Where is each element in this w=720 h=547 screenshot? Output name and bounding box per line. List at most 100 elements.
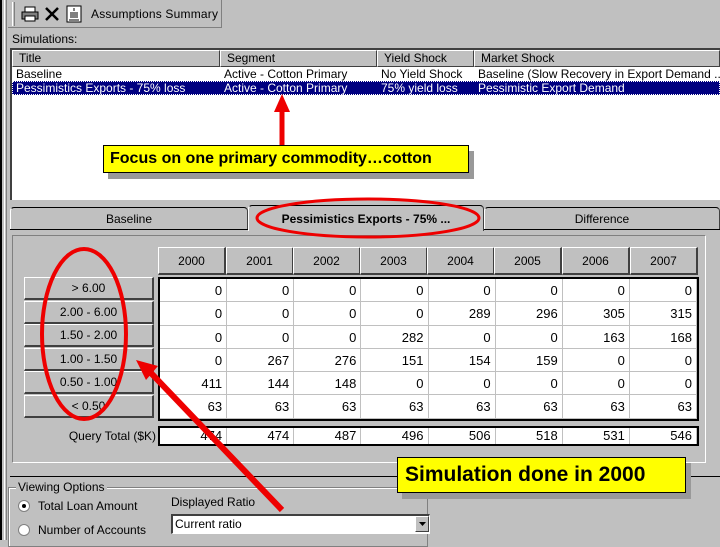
column-header-title[interactable]: Title — [12, 50, 220, 67]
grid-cell[interactable]: 63 — [160, 395, 228, 419]
grid-cell[interactable]: 0 — [428, 279, 496, 303]
displayed-ratio-select[interactable]: Current ratio — [171, 514, 430, 534]
grid-cell[interactable]: 0 — [562, 348, 630, 373]
grid-cell[interactable]: 0 — [629, 372, 697, 396]
toolbar: Assumptions Summary — [8, 0, 222, 28]
grid-cell[interactable]: 305 — [562, 302, 630, 326]
row-header-ratio[interactable]: 0.50 - 1.00 — [24, 371, 154, 394]
row-header-ratio[interactable]: < 0.50 — [24, 394, 154, 418]
grid-cell[interactable]: 0 — [361, 372, 429, 396]
report-icon[interactable] — [65, 5, 83, 23]
grid-cell[interactable]: 411 — [160, 372, 228, 396]
column-header-year[interactable]: 2004 — [427, 247, 495, 275]
segment-cell: Active - Cotton Primary — [224, 67, 348, 81]
grid-cell[interactable]: 0 — [629, 279, 697, 303]
grid-cell[interactable]: 151 — [361, 348, 429, 373]
grid-cell[interactable]: 63 — [428, 395, 496, 419]
column-header-year[interactable]: 2003 — [360, 247, 428, 275]
column-header-year[interactable]: 2002 — [293, 247, 361, 275]
segment-cell: Active - Cotton Primary — [224, 81, 348, 95]
grid-cell[interactable]: 0 — [562, 279, 630, 303]
grid-cell[interactable]: 0 — [294, 302, 362, 326]
callout-focus-cotton: Focus on one primary commodity…cotton — [103, 145, 469, 173]
grid-cell[interactable]: 0 — [495, 325, 563, 349]
column-header-year[interactable]: 2000 — [158, 247, 226, 275]
radio-number-of-accounts[interactable]: Number of Accounts — [18, 523, 146, 537]
tab-pessimistics-exports[interactable]: Pessimistics Exports - 75% ... — [248, 205, 484, 231]
simulations-label: Simulations: — [12, 32, 78, 46]
column-header-year[interactable]: 2006 — [562, 247, 630, 275]
grid-cell[interactable]: 0 — [294, 325, 362, 349]
displayed-ratio-label: Displayed Ratio — [171, 495, 256, 509]
grid-cell[interactable]: 289 — [428, 302, 496, 326]
grid-cell[interactable]: 0 — [428, 325, 496, 349]
grid-cell[interactable]: 0 — [294, 279, 362, 303]
list-item-selected[interactable]: Pessimistics Exports - 75% loss Active -… — [12, 81, 720, 95]
total-cell: 506 — [429, 428, 496, 444]
radio-total-loan-amount[interactable]: Total Loan Amount — [18, 499, 137, 513]
query-totals-row: 474 474 487 496 506 518 531 546 — [158, 426, 699, 446]
grid-cell[interactable]: 159 — [495, 348, 563, 373]
radio-unchecked-icon[interactable] — [18, 524, 30, 536]
tab-baseline[interactable]: Baseline — [10, 207, 248, 229]
grid-cell[interactable]: 63 — [227, 395, 295, 419]
column-header-yield-shock[interactable]: Yield Shock — [377, 50, 474, 67]
grid-cell[interactable]: 296 — [495, 302, 563, 326]
grid-cell[interactable]: 0 — [227, 279, 295, 303]
grid-cell[interactable]: 0 — [227, 325, 295, 349]
row-header-ratio[interactable]: 1.00 - 1.50 — [24, 347, 154, 371]
grid-cell[interactable]: 63 — [361, 395, 429, 419]
yield-shock-cell: 75% yield loss — [381, 81, 458, 95]
simulations-list[interactable]: Title Segment Yield Shock Market Shock B… — [10, 48, 720, 200]
grid-cell[interactable]: 276 — [294, 348, 362, 373]
selected-ratio: Current ratio — [175, 517, 242, 531]
radio-checked-icon[interactable] — [18, 500, 30, 512]
grid-cell[interactable]: 0 — [227, 302, 295, 326]
grid-cell[interactable]: 163 — [562, 325, 630, 349]
grid-cell[interactable]: 148 — [294, 372, 362, 396]
column-header-market-shock[interactable]: Market Shock — [474, 50, 720, 67]
delete-icon[interactable] — [43, 5, 61, 23]
grid-cell[interactable]: 0 — [428, 372, 496, 396]
column-header-segment[interactable]: Segment — [220, 50, 377, 67]
grid-cell[interactable]: 0 — [160, 325, 228, 349]
grid-cell[interactable]: 282 — [361, 325, 429, 349]
list-header: Title Segment Yield Shock Market Shock — [12, 50, 720, 67]
window-frame-shadow — [6, 0, 7, 540]
grid-cell[interactable]: 0 — [361, 302, 429, 326]
row-header-ratio[interactable]: 2.00 - 6.00 — [24, 300, 154, 324]
grid-cell[interactable]: 63 — [294, 395, 362, 419]
grid-cell[interactable]: 63 — [495, 395, 563, 419]
toolbar-grip[interactable] — [12, 1, 15, 26]
row-header-ratio[interactable]: 1.50 - 2.00 — [24, 324, 154, 347]
grid-cell[interactable]: 0 — [495, 372, 563, 396]
grid-cell[interactable]: 144 — [227, 372, 295, 396]
column-header-year[interactable]: 2001 — [226, 247, 294, 275]
grid-cell[interactable]: 63 — [629, 395, 697, 419]
dropdown-button[interactable] — [415, 516, 429, 532]
tab-difference[interactable]: Difference — [484, 207, 720, 229]
column-header-year[interactable]: 2007 — [630, 247, 698, 275]
grid-cell[interactable]: 154 — [428, 348, 496, 373]
grid-cell[interactable]: 168 — [629, 325, 697, 349]
grid-cell[interactable]: 0 — [160, 279, 228, 303]
grid-cell[interactable]: 0 — [160, 302, 228, 326]
grid-cell[interactable]: 0 — [361, 279, 429, 303]
grid-cell[interactable]: 267 — [227, 348, 295, 373]
row-header-ratio[interactable]: > 6.00 — [24, 277, 154, 300]
title-cell: Baseline — [16, 67, 63, 81]
grid-cell[interactable]: 0 — [160, 348, 228, 373]
assumptions-summary-button[interactable]: Assumptions Summary — [91, 7, 218, 21]
radio-label: Number of Accounts — [38, 523, 147, 537]
title-cell: Pessimistics Exports - 75% loss — [16, 81, 186, 95]
grid-cell[interactable]: 315 — [629, 302, 697, 326]
list-item[interactable]: Baseline Active - Cotton Primary No Yiel… — [12, 67, 720, 81]
window-frame-highlight — [4, 0, 5, 540]
grid-cell[interactable]: 0 — [629, 348, 697, 373]
print-icon[interactable] — [21, 5, 39, 23]
grid-cell[interactable]: 0 — [562, 372, 630, 396]
column-header-year[interactable]: 2005 — [494, 247, 562, 275]
viewing-options-title: Viewing Options — [16, 480, 107, 494]
grid-cell[interactable]: 63 — [562, 395, 630, 419]
grid-cell[interactable]: 0 — [495, 279, 563, 303]
